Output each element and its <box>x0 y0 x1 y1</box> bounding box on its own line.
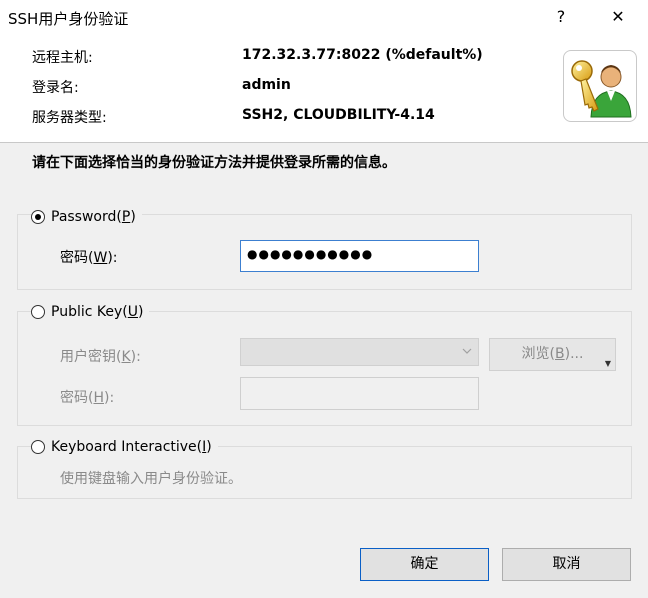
public-key-radio-label: Public Key(U) <box>51 304 144 320</box>
passphrase-label: 密码(H): <box>60 390 115 406</box>
user-key-label: 用户密钥(K): <box>60 349 141 365</box>
cancel-button[interactable]: 取消 <box>502 548 631 581</box>
help-button[interactable]: ? <box>541 4 581 30</box>
key-user-icon <box>563 50 637 122</box>
passphrase-input[interactable] <box>240 377 479 410</box>
radio-checked-icon <box>31 210 45 224</box>
keyboard-interactive-description: 使用键盘输入用户身份验证。 <box>60 471 242 487</box>
login-label: 登录名: <box>32 80 79 96</box>
radio-unchecked-icon <box>31 440 45 454</box>
dropdown-arrow-icon: ▼ <box>604 359 611 368</box>
keyboard-interactive-radio-label: Keyboard Interactive(I) <box>51 439 212 455</box>
instruction-text: 请在下面选择恰当的身份验证方法并提供登录所需的信息。 <box>32 155 396 171</box>
server-type-label: 服务器类型: <box>32 110 107 126</box>
title-bar: SSH用户身份验证 ? ✕ <box>0 0 648 36</box>
password-input[interactable]: ●●●●●●●●●●● <box>240 240 479 272</box>
host-value: 172.32.3.77:8022 (%default%) <box>242 47 483 63</box>
chevron-down-icon <box>462 348 472 354</box>
close-button[interactable]: ✕ <box>598 4 638 30</box>
window-title: SSH用户身份验证 <box>8 10 129 28</box>
user-key-select[interactable] <box>240 338 479 366</box>
radio-unchecked-icon <box>31 305 45 319</box>
password-radio-label: Password(P) <box>51 209 136 225</box>
browse-button[interactable]: 浏览(B)... ▼ <box>489 338 616 371</box>
password-field-label: 密码(W): <box>60 250 118 266</box>
keyboard-interactive-radio[interactable]: Keyboard Interactive(I) <box>31 437 218 457</box>
password-value: ●●●●●●●●●●● <box>247 247 374 261</box>
login-value: admin <box>242 77 291 93</box>
host-label: 远程主机: <box>32 50 93 66</box>
public-key-radio[interactable]: Public Key(U) <box>31 302 150 322</box>
password-radio[interactable]: Password(P) <box>31 207 142 227</box>
ok-button[interactable]: 确定 <box>360 548 489 581</box>
server-type-value: SSH2, CLOUDBILITY-4.14 <box>242 107 435 123</box>
